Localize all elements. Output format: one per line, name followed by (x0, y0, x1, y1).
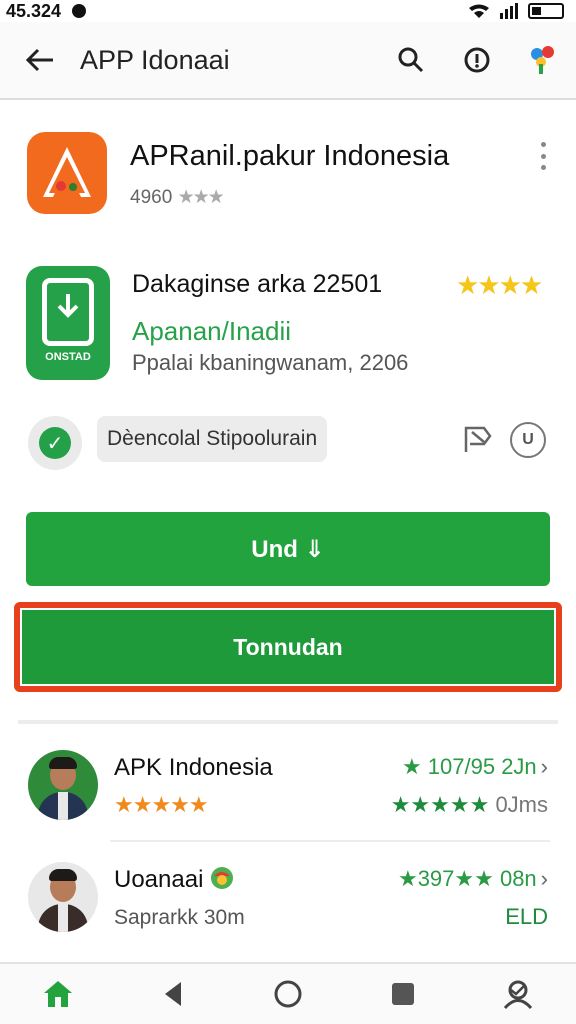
list-item-secondary: ELD (505, 904, 548, 929)
signal-icon (500, 3, 518, 19)
square-icon (392, 983, 415, 1005)
battery-icon (528, 3, 564, 19)
nav-profile[interactable] (488, 969, 548, 1019)
nav-back[interactable] (143, 969, 203, 1019)
list-item-secondary: ★★★★★ 0Jms (390, 792, 548, 817)
hero-app: APRanil.pakur Indonesia 4960 ★★★ (0, 118, 576, 228)
divider (18, 720, 558, 724)
chevron-right-icon: › (540, 866, 548, 891)
rating-stars: ★★★ (177, 187, 225, 208)
nav-home[interactable] (28, 969, 88, 1019)
home-icon (43, 981, 72, 1007)
featured-app-card[interactable]: ONSTAD Dakaginse arka 22501 ★★★★ Apanan/… (0, 262, 576, 390)
open-button[interactable]: Tonnudan (22, 610, 554, 684)
page-title: APP Idonaai (80, 44, 230, 75)
circle-icon (274, 980, 302, 1008)
back-icon (164, 982, 181, 1006)
back-arrow-icon (25, 48, 53, 72)
list-item-score: ★ 107/95 2Jn › (401, 754, 548, 779)
nav-home-circle[interactable] (258, 969, 318, 1019)
chevron-right-icon: › (540, 754, 548, 779)
list-item-name: Uoanaai (114, 866, 234, 894)
nav-recents[interactable] (373, 969, 433, 1019)
more-options-button[interactable] (530, 138, 556, 174)
list-item-subtitle: Saprarkk 30m (114, 906, 245, 929)
avatar (28, 750, 98, 820)
verified-badge: ✓ (28, 416, 82, 470)
featured-app-icon-label: ONSTAD (45, 351, 91, 363)
verification-row: ✓ Dèencolal Stipoolurain U (0, 410, 576, 470)
search-button[interactable] (378, 46, 444, 74)
info-button[interactable] (444, 46, 510, 74)
search-icon (398, 47, 424, 73)
list-item-name: APK Indonesia (114, 754, 273, 781)
status-time: 45.324 (6, 0, 62, 21)
featured-app-stars: ★★★★ (456, 270, 543, 300)
rating-count: 4960 (130, 187, 173, 208)
featured-app-icon: ONSTAD (26, 266, 110, 380)
featured-app-title: Dakaginse arka 22501 (132, 270, 383, 298)
hero-app-title: APRanil.pakur Indonesia (130, 140, 450, 172)
list-item-score: ★397★★ 08n › (397, 866, 548, 891)
flag-icon[interactable] (460, 422, 494, 456)
status-bar: 45.324 (0, 0, 576, 22)
profile-icon (504, 980, 533, 1009)
back-button[interactable] (0, 48, 80, 72)
install-button[interactable]: Und ⇓ (26, 512, 550, 586)
emoji-icon (211, 867, 234, 889)
info-icon (464, 47, 490, 73)
kebab-icon (540, 142, 546, 147)
app-logo-icon (531, 46, 554, 74)
app-logo-icon (43, 147, 91, 197)
status-chip[interactable]: Dèencolal Stipoolurain (97, 416, 328, 462)
app-bar: APP Idonaai (0, 22, 576, 100)
notification-icon (72, 4, 87, 18)
bottom-nav (0, 962, 576, 1024)
list-item[interactable]: APK Indonesia ★★★★★ ★ 107/95 2Jn › ★★★★★ … (0, 750, 576, 850)
download-icon (57, 294, 79, 318)
hero-app-icon[interactable] (27, 132, 107, 214)
wifi-icon (469, 4, 489, 18)
list-item[interactable]: Uoanaai Saprarkk 30m ★397★★ 08n › ELD (0, 862, 576, 962)
hero-app-rating: 4960 ★★★ (130, 186, 225, 209)
user-circle-button[interactable]: U (510, 422, 546, 458)
featured-app-link[interactable]: Apanan/Inadii (132, 316, 291, 347)
check-icon: ✓ (39, 427, 71, 459)
avatar (28, 862, 98, 932)
account-button[interactable] (510, 44, 576, 76)
divider (110, 840, 550, 842)
list-item-stars: ★★★★★ (114, 792, 209, 817)
featured-app-meta: Ppalai kbaningwanam, 2206 (132, 350, 409, 375)
